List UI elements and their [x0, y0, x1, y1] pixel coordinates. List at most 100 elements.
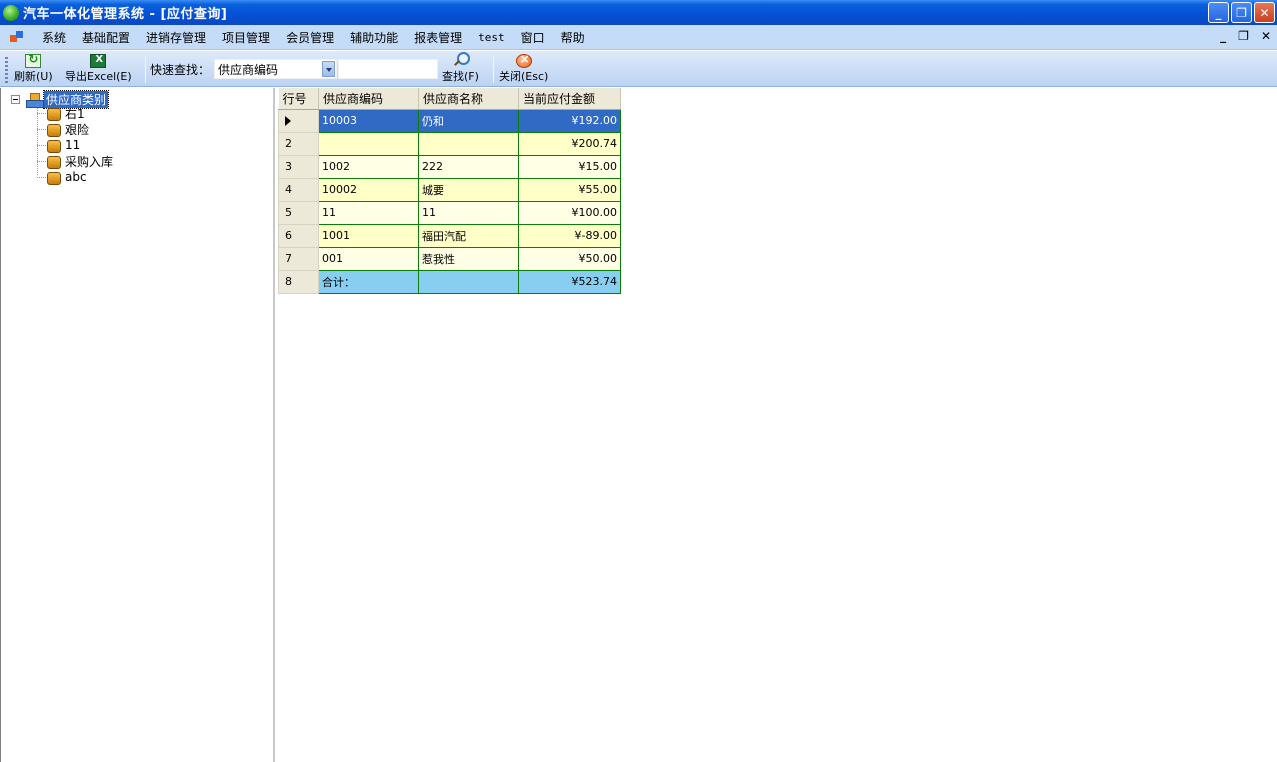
cell-amount[interactable]: ¥-89.00	[518, 223, 621, 248]
column-header-supplier-code[interactable]: 供应商编码	[318, 88, 419, 110]
window-controls: _ ❐ ✕	[1208, 2, 1275, 23]
tree-node-label[interactable]: 艰险	[65, 121, 89, 138]
category-icon	[47, 139, 61, 153]
cell-supplier-code[interactable]: 11	[318, 200, 419, 225]
export-excel-button[interactable]: 导出Excel(E)	[65, 54, 132, 84]
app-logo-icon	[3, 4, 19, 21]
total-row[interactable]: 8 合计： ¥523.74	[278, 269, 621, 294]
table-row[interactable]: 2 ¥200.74	[278, 131, 621, 156]
menu-window[interactable]: 窗口	[513, 29, 553, 46]
tree-node[interactable]: 右1	[37, 105, 85, 121]
tree-node-label[interactable]: 采购入库	[65, 153, 113, 170]
column-header-supplier-name[interactable]: 供应商名称	[418, 88, 519, 110]
payables-grid[interactable]: 行号 供应商编码 供应商名称 当前应付金额 10003 仍和 ¥192.00 2…	[278, 88, 621, 294]
menu-basic-config[interactable]: 基础配置	[74, 29, 138, 46]
collapse-icon[interactable]	[11, 95, 20, 104]
menu-reports[interactable]: 报表管理	[406, 29, 470, 46]
minimize-button[interactable]: _	[1208, 2, 1229, 23]
menu-help[interactable]: 帮助	[553, 29, 593, 46]
title-bar: 汽车一体化管理系统 - [应付查询] _ ❐ ✕	[0, 0, 1277, 25]
table-row[interactable]: 3 1002 222 ¥15.00	[278, 154, 621, 179]
close-button[interactable]: 关闭(Esc)	[499, 52, 548, 84]
grid-header-row: 行号 供应商编码 供应商名称 当前应付金额	[278, 88, 621, 110]
search-field-select[interactable]: 供应商编码	[214, 59, 337, 79]
cell-supplier-code[interactable]	[318, 131, 419, 156]
cell-supplier-name[interactable]: 222	[418, 154, 519, 179]
search-field-value: 供应商编码	[218, 63, 279, 77]
chevron-down-icon[interactable]	[322, 61, 335, 77]
cell-amount[interactable]: ¥15.00	[518, 154, 621, 179]
row-selector[interactable]	[278, 108, 319, 133]
toolbar-separator	[145, 57, 146, 83]
cell-supplier-name[interactable]	[418, 269, 519, 294]
close-icon	[515, 52, 532, 68]
row-number[interactable]: 3	[278, 154, 319, 179]
search-input[interactable]	[338, 59, 438, 79]
table-row[interactable]: 7 001 惹我性 ¥50.00	[278, 246, 621, 271]
row-number[interactable]: 8	[278, 269, 319, 294]
cell-supplier-name[interactable]: 惹我性	[418, 246, 519, 271]
mdi-child-icon[interactable]	[10, 30, 24, 44]
cell-supplier-code[interactable]: 1002	[318, 154, 419, 179]
toolbar-separator	[493, 57, 494, 83]
cell-amount[interactable]: ¥200.74	[518, 131, 621, 156]
mdi-restore-button[interactable]: ❐	[1238, 29, 1249, 43]
menu-project[interactable]: 项目管理	[214, 29, 278, 46]
row-number[interactable]: 5	[278, 200, 319, 225]
cell-supplier-name[interactable]: 福田汽配	[418, 223, 519, 248]
supplier-category-tree[interactable]: 供应商类别 右1 艰险 11 采购入库 abc	[0, 88, 275, 762]
tree-node[interactable]: 11	[37, 137, 80, 153]
tree-node-label[interactable]: 11	[65, 138, 80, 152]
restore-button[interactable]: ❐	[1231, 2, 1252, 23]
cell-supplier-code[interactable]: 001	[318, 246, 419, 271]
tree-node-label[interactable]: abc	[65, 170, 87, 184]
cell-supplier-name[interactable]: 11	[418, 200, 519, 225]
column-header-amount[interactable]: 当前应付金额	[518, 88, 621, 110]
cell-amount[interactable]: ¥100.00	[518, 200, 621, 225]
quick-search-label: 快速查找：	[150, 63, 211, 77]
close-window-button[interactable]: ✕	[1254, 2, 1275, 23]
category-icon	[47, 107, 61, 121]
cell-amount[interactable]: ¥192.00	[518, 108, 621, 133]
total-amount[interactable]: ¥523.74	[518, 269, 621, 294]
cell-amount[interactable]: ¥50.00	[518, 246, 621, 271]
cell-supplier-code[interactable]: 10002	[318, 177, 419, 202]
toolbar: 刷新(U) 导出Excel(E) 快速查找： 供应商编码 查找(F) 关闭(Es…	[0, 51, 1277, 87]
search-icon	[452, 52, 471, 68]
tree-node[interactable]: 采购入库	[37, 153, 113, 169]
row-number[interactable]: 4	[278, 177, 319, 202]
window-title: 汽车一体化管理系统 - [应付查询]	[23, 7, 228, 22]
row-number[interactable]: 7	[278, 246, 319, 271]
row-number[interactable]: 2	[278, 131, 319, 156]
toolbar-grip[interactable]	[5, 57, 8, 83]
tree-node[interactable]: abc	[37, 169, 87, 185]
refresh-button[interactable]: 刷新(U)	[14, 52, 53, 84]
find-label: 查找(F)	[442, 70, 479, 83]
menu-inventory[interactable]: 进销存管理	[138, 29, 214, 46]
menu-bar: 系统 基础配置 进销存管理 项目管理 会员管理 辅助功能 报表管理 test 窗…	[0, 25, 1277, 50]
mdi-minimize-button[interactable]: _	[1220, 29, 1226, 43]
menu-system[interactable]: 系统	[34, 29, 74, 46]
cell-supplier-name[interactable]: 城要	[418, 177, 519, 202]
mdi-controls: _ ❐ ✕	[1220, 29, 1271, 43]
column-header-row-no[interactable]: 行号	[278, 88, 319, 110]
find-button[interactable]: 查找(F)	[442, 52, 479, 84]
tree-node[interactable]: 艰险	[37, 121, 89, 137]
cell-amount[interactable]: ¥55.00	[518, 177, 621, 202]
tree-node-label[interactable]: 右1	[65, 105, 85, 122]
row-number[interactable]: 6	[278, 223, 319, 248]
cell-supplier-code[interactable]: 10003	[318, 108, 419, 133]
total-label[interactable]: 合计：	[318, 269, 419, 294]
category-icon	[47, 123, 61, 137]
table-row[interactable]: 10003 仍和 ¥192.00	[278, 108, 621, 133]
table-row[interactable]: 4 10002 城要 ¥55.00	[278, 177, 621, 202]
menu-member[interactable]: 会员管理	[278, 29, 342, 46]
table-row[interactable]: 6 1001 福田汽配 ¥-89.00	[278, 223, 621, 248]
table-row[interactable]: 5 11 11 ¥100.00	[278, 200, 621, 225]
cell-supplier-code[interactable]: 1001	[318, 223, 419, 248]
menu-auxiliary[interactable]: 辅助功能	[342, 29, 406, 46]
cell-supplier-name[interactable]	[418, 131, 519, 156]
menu-test[interactable]: test	[470, 31, 513, 44]
mdi-close-button[interactable]: ✕	[1261, 29, 1271, 43]
cell-supplier-name[interactable]: 仍和	[418, 108, 519, 133]
